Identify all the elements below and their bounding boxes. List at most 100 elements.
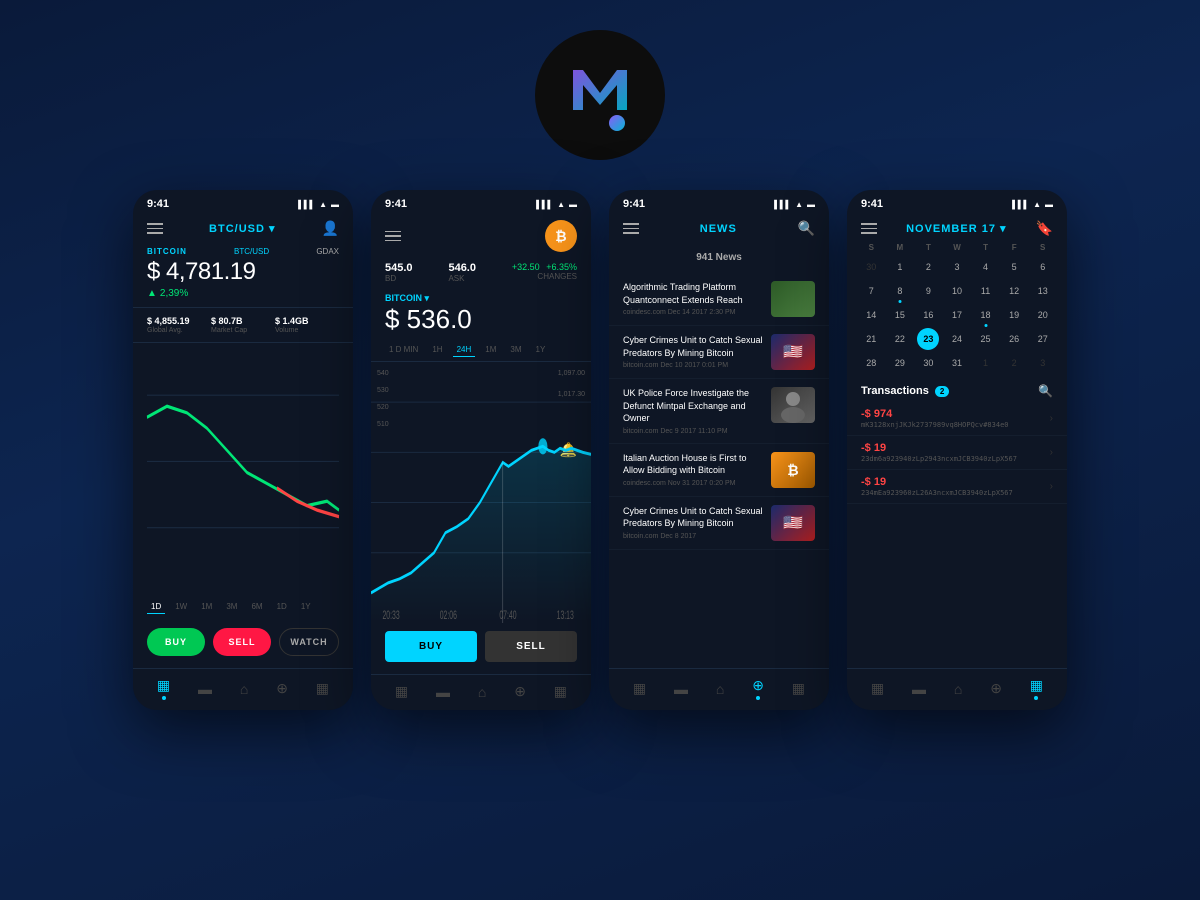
phone-news: 9:41 ▌▌▌ ▲ ▬ NEWS 🔍 941 News Algorithm — [609, 190, 829, 710]
p2-time-1dmin[interactable]: 1 D MIN — [385, 343, 422, 357]
news-item[interactable]: Algorithmic Trading Platform Quantconnec… — [609, 273, 829, 326]
bnav2-tv[interactable]: ▬ — [436, 684, 450, 700]
cal-cell[interactable]: 26 — [1003, 328, 1025, 350]
cal-cell[interactable]: 31 — [946, 352, 968, 374]
cal-cell[interactable]: 1 — [889, 256, 911, 278]
time-1m[interactable]: 1M — [197, 600, 216, 614]
bnav3-tv[interactable]: ▬ — [674, 681, 688, 697]
cal-cell[interactable]: 11 — [975, 280, 997, 302]
bnav4-cal[interactable]: ▦ — [1030, 677, 1043, 700]
cal-cell[interactable]: 17 — [946, 304, 968, 326]
time-3m[interactable]: 3M — [222, 600, 241, 614]
cal-cell[interactable]: 3 — [946, 256, 968, 278]
cal-cell[interactable]: 15 — [889, 304, 911, 326]
transaction-item[interactable]: -$ 974 mK3128xnjJKJk2737989vq8HOPQcv#834… — [847, 402, 1067, 436]
status-time-3: 9:41 — [623, 198, 645, 210]
search-icon-news[interactable]: 🔍 — [798, 220, 815, 237]
bnav3-globe[interactable]: ⊕ — [752, 677, 764, 700]
bnav2-home[interactable]: ⌂ — [478, 684, 486, 700]
time-1d2[interactable]: 1D — [273, 600, 291, 614]
cal-cell[interactable]: 3 — [1032, 352, 1054, 374]
news-item[interactable]: UK Police Force Investigate the Defunct … — [609, 379, 829, 444]
cal-cell[interactable]: 13 — [1032, 280, 1054, 302]
cal-cell[interactable]: 7 — [860, 280, 882, 302]
cal-cell[interactable]: 22 — [889, 328, 911, 350]
calendar-month[interactable]: NOVEMBER 17 ▾ — [906, 222, 1006, 235]
cal-cell[interactable]: 24 — [946, 328, 968, 350]
profile-icon[interactable]: 👤 — [322, 220, 339, 237]
cal-cell[interactable]: 1 — [975, 352, 997, 374]
bnav4-globe[interactable]: ⊕ — [990, 680, 1002, 697]
news-item[interactable]: Cyber Crimes Unit to Catch Sexual Predat… — [609, 326, 829, 379]
nav-title-1[interactable]: BTC/USD ▾ — [209, 222, 275, 235]
news-thumb-1 — [771, 281, 815, 317]
cal-today[interactable]: 23 — [917, 328, 939, 350]
p2-buy-button[interactable]: BUY — [385, 631, 477, 662]
cal-cell[interactable]: 4 — [975, 256, 997, 278]
cal-cell[interactable]: 8 — [889, 280, 911, 302]
cal-cell[interactable]: 16 — [917, 304, 939, 326]
bnav4-home[interactable]: ⌂ — [954, 681, 962, 697]
time-6m[interactable]: 6M — [247, 600, 266, 614]
cal-cell[interactable]: 9 — [917, 280, 939, 302]
watch-button[interactable]: WATCH — [279, 628, 339, 656]
cal-cell[interactable]: 2 — [1003, 352, 1025, 374]
btc-coin-label[interactable]: BITCOIN ▾ — [385, 293, 429, 304]
cal-cell[interactable]: 20 — [1032, 304, 1054, 326]
bnav-calendar-icon[interactable]: ▦ — [316, 680, 329, 697]
p2-time-1y[interactable]: 1Y — [532, 343, 550, 357]
cal-cell[interactable]: 19 — [1003, 304, 1025, 326]
time-1y[interactable]: 1Y — [297, 600, 315, 614]
transaction-item[interactable]: -$ 19 23dm6a923940zLp2943ncxmJCB3940zLpX… — [847, 436, 1067, 470]
bnav-home-icon[interactable]: ⌂ — [240, 681, 248, 697]
bottom-nav-3: ▦ ▬ ⌂ ⊕ ▦ — [609, 668, 829, 710]
hamburger-icon-2[interactable] — [385, 231, 401, 242]
bnav4-chart[interactable]: ▦ — [871, 680, 884, 697]
hamburger-icon[interactable] — [147, 223, 163, 234]
cal-cell[interactable]: 6 — [1032, 256, 1054, 278]
bnav2-cal[interactable]: ▦ — [554, 683, 567, 700]
news-text-1: Algorithmic Trading Platform Quantconnec… — [623, 281, 763, 316]
cal-cell[interactable]: 18 — [975, 304, 997, 326]
bookmark-icon[interactable]: 🔖 — [1036, 220, 1053, 237]
cal-cell[interactable]: 30 — [860, 256, 882, 278]
bnav2-chart[interactable]: ▦ — [395, 683, 408, 700]
nav-bar-3: NEWS 🔍 — [609, 214, 829, 243]
news-item[interactable]: Cyber Crimes Unit to Catch Sexual Predat… — [609, 497, 829, 550]
p2-time-3m[interactable]: 3M — [506, 343, 525, 357]
news-item[interactable]: Italian Auction House is First to Allow … — [609, 444, 829, 497]
bnav3-home[interactable]: ⌂ — [716, 681, 724, 697]
hamburger-icon-4[interactable] — [861, 223, 877, 234]
svg-text:02:06: 02:06 — [440, 609, 458, 623]
p2-sell-button[interactable]: SELL — [485, 631, 577, 662]
bnav-chart-icon[interactable]: ▦ — [157, 677, 170, 700]
bnav-globe-icon[interactable]: ⊕ — [276, 680, 288, 697]
time-1d[interactable]: 1D — [147, 600, 165, 614]
cal-cell[interactable]: 12 — [1003, 280, 1025, 302]
sell-button[interactable]: SELL — [213, 628, 271, 656]
p2-time-1m[interactable]: 1M — [481, 343, 500, 357]
transaction-item[interactable]: -$ 19 234mEa923960zL26A3ncxmJCB3940zLpX5… — [847, 470, 1067, 504]
cal-cell[interactable]: 30 — [917, 352, 939, 374]
cal-cell[interactable]: 10 — [946, 280, 968, 302]
cal-cell[interactable]: 25 — [975, 328, 997, 350]
bnav3-chart[interactable]: ▦ — [633, 680, 646, 697]
trans-search-icon[interactable]: 🔍 — [1038, 384, 1053, 398]
time-1w[interactable]: 1W — [171, 600, 191, 614]
buy-button[interactable]: BUY — [147, 628, 205, 656]
bnav3-cal[interactable]: ▦ — [792, 680, 805, 697]
cal-cell[interactable]: 27 — [1032, 328, 1054, 350]
hamburger-icon-3[interactable] — [623, 223, 639, 234]
bnav-tv-icon[interactable]: ▬ — [198, 681, 212, 697]
cal-cell[interactable]: 21 — [860, 328, 882, 350]
bnav4-tv[interactable]: ▬ — [912, 681, 926, 697]
cal-cell[interactable]: 5 — [1003, 256, 1025, 278]
cal-cell[interactable]: 14 — [860, 304, 882, 326]
cal-cell[interactable]: 29 — [889, 352, 911, 374]
p2-time-1h[interactable]: 1H — [428, 343, 446, 357]
cal-cell[interactable]: 28 — [860, 352, 882, 374]
bnav2-globe[interactable]: ⊕ — [514, 683, 526, 700]
cal-cell[interactable]: 2 — [917, 256, 939, 278]
svg-text:20:33: 20:33 — [382, 609, 400, 623]
p2-time-24h[interactable]: 24H — [453, 343, 476, 357]
